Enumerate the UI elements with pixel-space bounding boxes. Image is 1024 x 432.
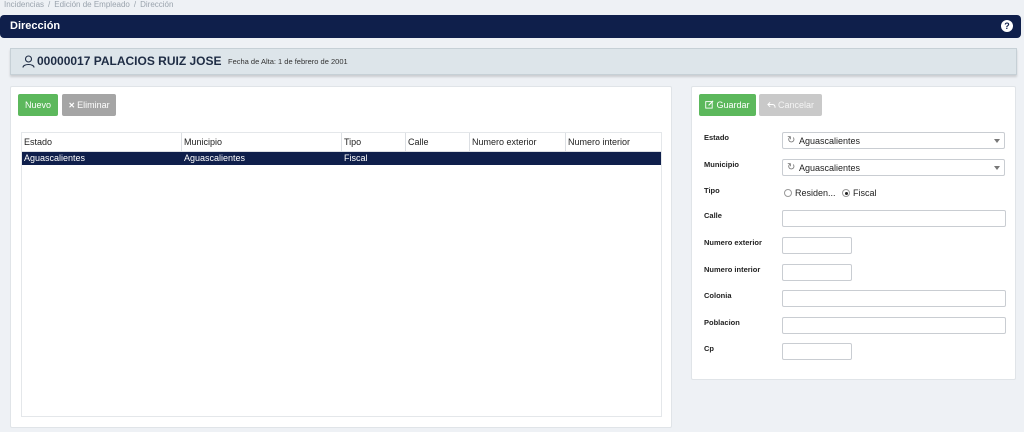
estado-select[interactable]: ↻ Aguascalientes xyxy=(782,132,1005,149)
eliminar-button[interactable]: ✕ Eliminar xyxy=(62,94,116,116)
colonia-label: Colonia xyxy=(704,291,732,300)
breadcrumb-item-edicion-empleado[interactable]: Edición de Empleado xyxy=(54,0,130,9)
page-title: Dirección xyxy=(10,20,61,32)
column-header-numero-interior[interactable]: Numero interior xyxy=(566,133,661,152)
tipo-radio-group: Residen... Fiscal xyxy=(784,187,904,199)
employee-banner: 00000017 PALACIOS RUIZ JOSE Fecha de Alt… xyxy=(10,48,1017,75)
cell-tipo: Fiscal xyxy=(344,153,368,163)
employee-hire-date: Fecha de Alta: 1 de febrero de 2001 xyxy=(228,57,348,66)
column-header-calle[interactable]: Calle xyxy=(406,133,470,152)
undo-icon xyxy=(767,101,776,108)
estado-value: Aguascalientes xyxy=(799,136,861,146)
address-table: Estado Municipio Tipo Calle Numero exter… xyxy=(21,132,662,417)
tipo-label: Tipo xyxy=(704,186,720,195)
breadcrumb-item-direccion: Dirección xyxy=(140,0,174,9)
chevron-down-icon xyxy=(994,139,1000,143)
address-form-panel: Guardar Cancelar Estado ↻ Aguascalientes… xyxy=(691,86,1016,380)
colonia-input[interactable] xyxy=(782,290,1006,307)
refresh-icon: ↻ xyxy=(787,135,796,146)
column-header-municipio[interactable]: Municipio xyxy=(182,133,342,152)
poblacion-label: Poblacion xyxy=(704,318,740,327)
calle-input[interactable] xyxy=(782,210,1006,227)
breadcrumb-item-incidencias[interactable]: Incidencias xyxy=(4,0,44,9)
refresh-icon: ↻ xyxy=(787,162,796,173)
address-list-panel: Nuevo ✕ Eliminar Estado Municipio Tipo Ca… xyxy=(10,86,672,428)
calle-label: Calle xyxy=(704,211,722,220)
municipio-value: Aguascalientes xyxy=(799,163,861,173)
column-header-numero-exterior[interactable]: Numero exterior xyxy=(470,133,566,152)
numero-exterior-input[interactable] xyxy=(782,237,852,254)
table-row[interactable]: Aguascalientes Aguascalientes Fiscal xyxy=(22,152,661,165)
chevron-down-icon xyxy=(994,166,1000,170)
tipo-radio-fiscal[interactable] xyxy=(842,189,850,197)
cp-input[interactable] xyxy=(782,343,852,360)
cell-numero-exterior xyxy=(470,152,566,165)
question-circle-icon[interactable]: ? xyxy=(1001,20,1013,32)
breadcrumb: Incidencias / Edición de Empleado / Direcció… xyxy=(4,0,173,10)
municipio-select[interactable]: ↻ Aguascalientes xyxy=(782,159,1005,176)
table-header: Estado Municipio Tipo Calle Numero exter… xyxy=(22,133,661,152)
tipo-option-residencial: Residen... xyxy=(795,188,836,198)
breadcrumb-separator: / xyxy=(133,0,137,9)
nuevo-button[interactable]: Nuevo xyxy=(18,94,58,116)
cell-estado: Aguascalientes xyxy=(24,153,86,163)
cancelar-button[interactable]: Cancelar xyxy=(759,94,822,116)
employee-name: 00000017 PALACIOS RUIZ JOSE xyxy=(37,54,222,68)
guardar-button[interactable]: Guardar xyxy=(699,94,756,116)
cell-municipio: Aguascalientes xyxy=(184,153,246,163)
edit-icon xyxy=(705,100,714,109)
guardar-label: Guardar xyxy=(716,100,750,110)
estado-label: Estado xyxy=(704,133,730,142)
column-header-tipo[interactable]: Tipo xyxy=(342,133,406,152)
eliminar-label: Eliminar xyxy=(77,100,110,110)
numero-interior-label: Numero interior xyxy=(704,265,761,274)
numero-interior-input[interactable] xyxy=(782,264,852,281)
cell-calle xyxy=(406,152,470,165)
numero-exterior-label: Numero exterior xyxy=(704,238,762,247)
cp-label: Cp xyxy=(704,344,714,353)
cell-numero-interior xyxy=(566,152,661,165)
tipo-option-fiscal: Fiscal xyxy=(853,188,877,198)
tipo-radio-residencial[interactable] xyxy=(784,189,792,197)
column-header-estado[interactable]: Estado xyxy=(22,133,182,152)
user-icon xyxy=(22,55,35,68)
municipio-label: Municipio xyxy=(704,160,739,169)
cancelar-label: Cancelar xyxy=(777,100,815,110)
breadcrumb-separator: / xyxy=(48,0,51,9)
poblacion-input[interactable] xyxy=(782,317,1006,334)
page-header: Dirección ? xyxy=(0,15,1021,38)
close-icon: ✕ xyxy=(68,101,76,110)
